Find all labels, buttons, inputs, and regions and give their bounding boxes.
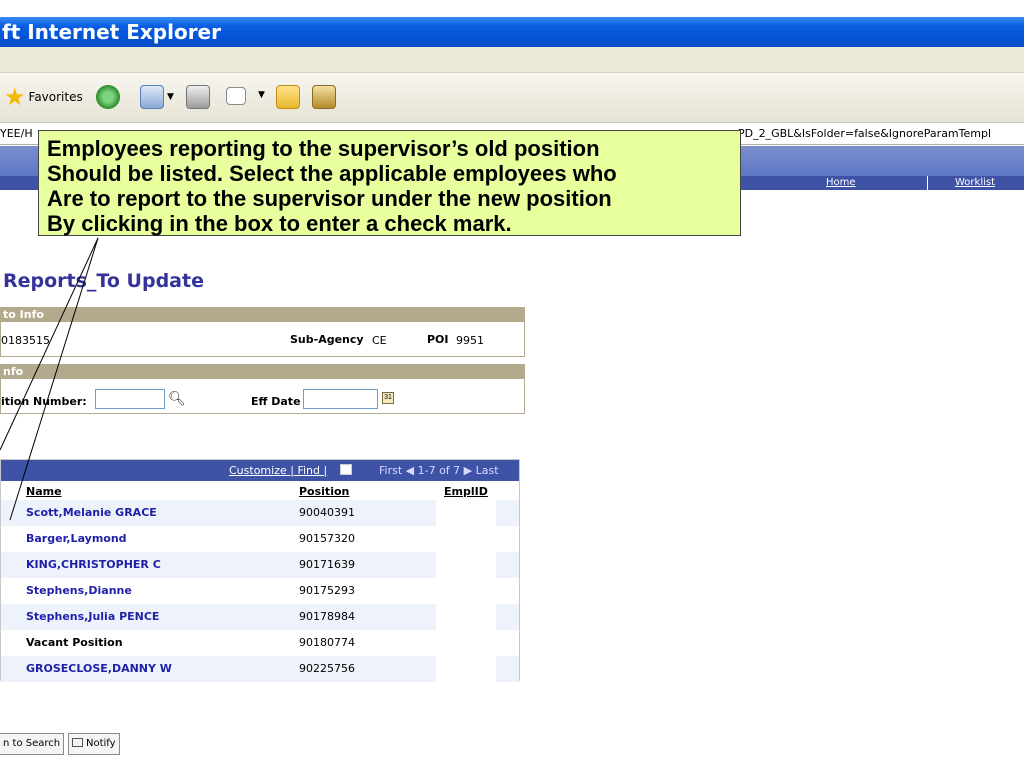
- pointer-line: [9, 237, 99, 521]
- callout-line: By clicking in the box to enter a check …: [47, 211, 512, 236]
- callout-line: Should be listed. Select the applicable …: [47, 161, 617, 186]
- callout-pointer-lines: [0, 237, 99, 521]
- instruction-callout: Employees reporting to the supervisor’s …: [38, 130, 741, 236]
- callout-line: Are to report to the supervisor under th…: [47, 186, 612, 211]
- pointer-line: [0, 237, 99, 451]
- callout-line: Employees reporting to the supervisor’s …: [47, 136, 600, 161]
